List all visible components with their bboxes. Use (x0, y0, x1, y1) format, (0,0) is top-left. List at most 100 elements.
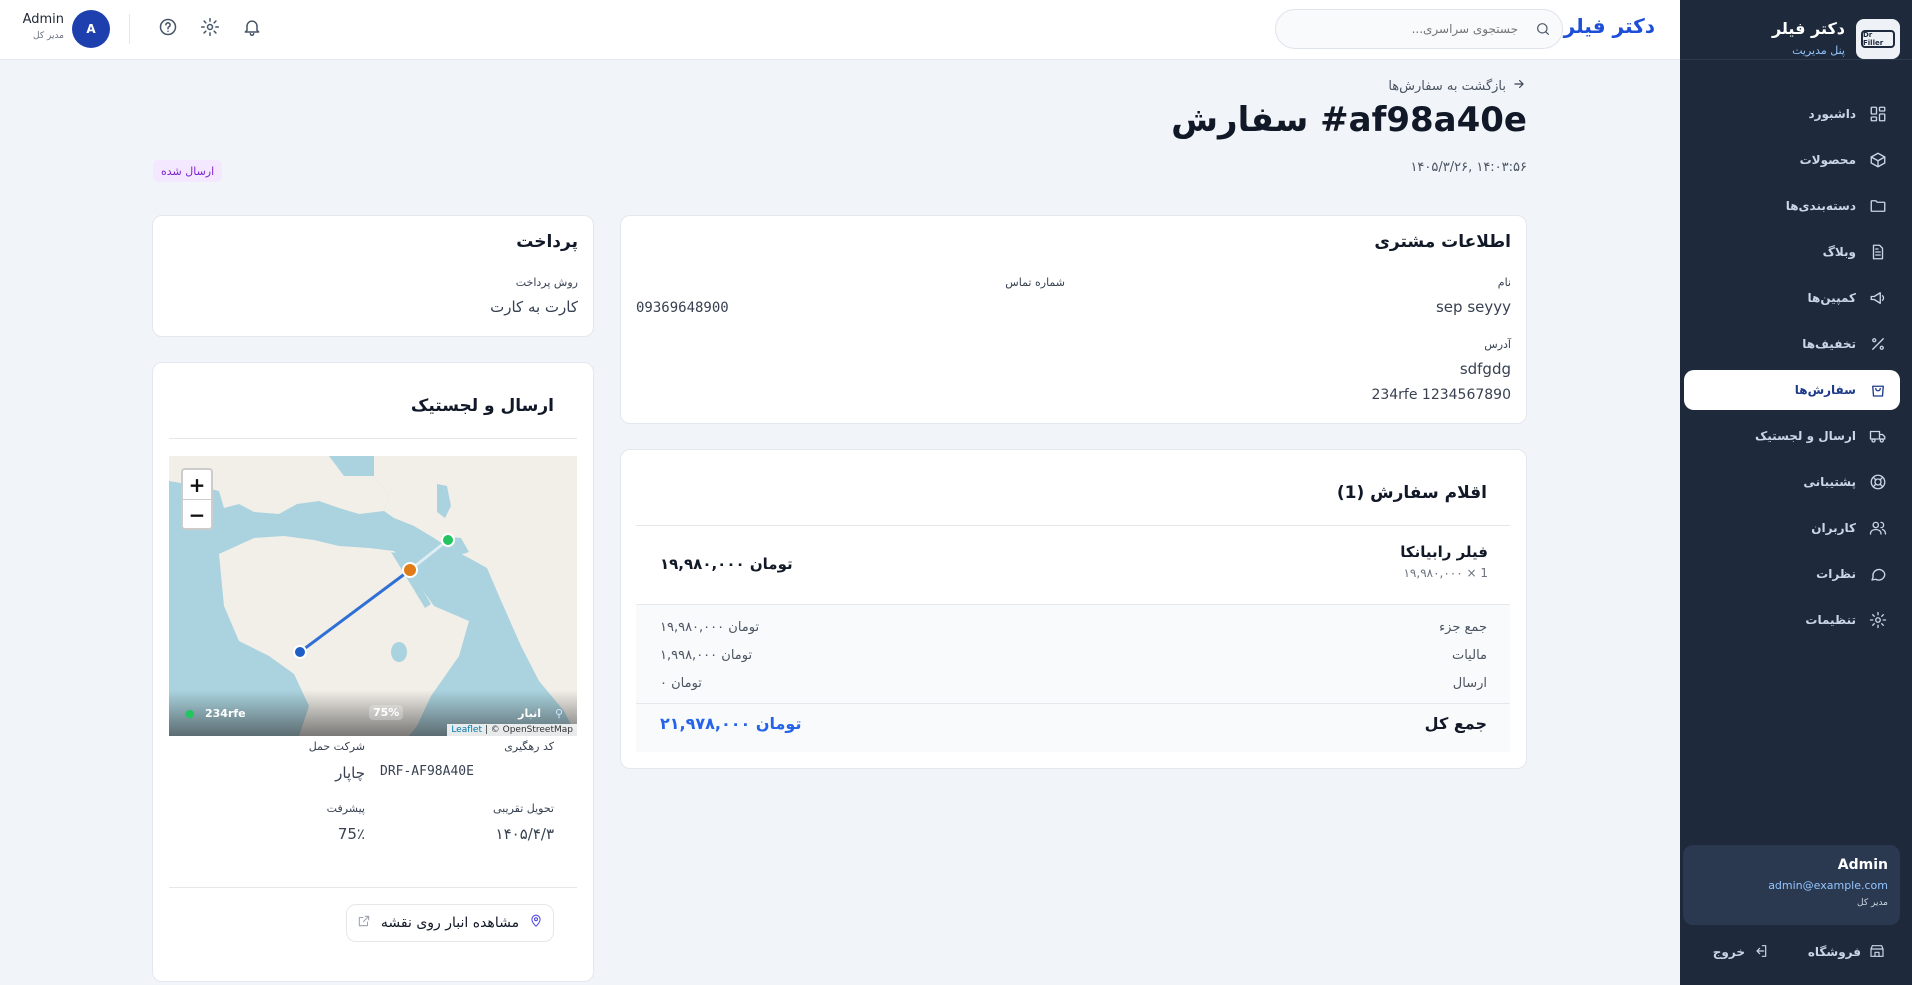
sidebar-item-discounts[interactable]: تخفیف‌ها (1684, 324, 1900, 364)
box-icon (1868, 150, 1888, 170)
tracking-code-label: کد رهگیری (504, 740, 554, 753)
megaphone-icon (1868, 288, 1888, 308)
pin-icon: ⚲ (554, 707, 563, 720)
map-pin-icon (529, 914, 543, 932)
shipping-cost-label: ارسال (1452, 676, 1487, 691)
shipping-map[interactable]: + − ⚲ انبار 75% 234rfe ● Leaflet | © Ope… (169, 456, 577, 736)
sidebar-item-label: داشبورد (1808, 107, 1856, 121)
progress-value: 75٪ (337, 825, 365, 843)
sidebar-item-products[interactable]: محصولات (1684, 140, 1900, 180)
sidebar-item-label: کاربران (1811, 521, 1856, 535)
map-progress-label: 75% (369, 705, 404, 720)
logout-icon (1753, 943, 1769, 962)
store-label: فروشگاه (1807, 945, 1861, 959)
tax-label: مالیات (1451, 648, 1487, 663)
external-link-icon (357, 914, 371, 932)
sidebar-item-label: وبلاگ (1822, 245, 1856, 259)
payment-method: کارت به کارت (490, 298, 578, 316)
document-icon (1868, 242, 1888, 262)
shopping-bag-icon (1868, 380, 1888, 400)
divider (636, 525, 1510, 526)
subtotal-label: جمع جزء (1439, 620, 1487, 635)
order-items-title: اقلام سفارش (1) (1336, 483, 1487, 503)
sidebar-item-orders[interactable]: سفارش‌ها (1684, 370, 1900, 410)
logout-button[interactable]: خروج (1713, 942, 1769, 962)
users-icon (1868, 518, 1888, 538)
sidebar-item-users[interactable]: کاربران (1684, 508, 1900, 548)
gear-icon[interactable] (200, 17, 222, 39)
lifebuoy-icon (1868, 472, 1888, 492)
map-destination-label: 234rfe (205, 707, 246, 720)
sidebar-item-label: نظرات (1816, 567, 1856, 581)
order-date: ۱۴۰۵/۳/۲۶, ۱۴:۰۳:۵۶ (1410, 160, 1527, 175)
sidebar-item-blog[interactable]: وبلاگ (1684, 232, 1900, 272)
shipping-card-title: ارسال و لجستیک (410, 396, 554, 416)
eta-label: تحویل تقریبی (493, 802, 554, 815)
bell-icon[interactable] (242, 17, 264, 39)
customer-name: sep seyyy (1435, 298, 1511, 316)
view-warehouse-map-button[interactable]: مشاهده انبار روی نقشه (346, 904, 554, 942)
global-search (1275, 9, 1563, 49)
order-summary: جمع جزء ۱۹,۹۸۰,۰۰۰ تومان مالیات ۱,۹۹۸,۰۰… (636, 604, 1510, 752)
carrier-name: چاپار (335, 764, 365, 782)
percent-icon (1868, 334, 1888, 354)
sidebar-item-categories[interactable]: دسته‌بندی‌ها (1684, 186, 1900, 226)
divider (169, 887, 577, 888)
sidebar: Dr Filler دکتر فیلر پنل مدیریت داشبورد م… (1680, 0, 1912, 985)
chat-icon (1868, 564, 1888, 584)
map-zoom-control: + − (181, 468, 213, 530)
customer-address-label: آدرس (1484, 338, 1511, 351)
back-link-label: بازگشت به سفارش‌ها (1388, 78, 1506, 94)
sidebar-item-settings[interactable]: تنظیمات (1684, 600, 1900, 640)
osm-attribution[interactable]: | © OpenStreetMap (485, 725, 573, 735)
user-role: مدیر کل (1857, 898, 1888, 908)
zoom-in-button[interactable]: + (183, 470, 211, 499)
customer-address: sdfgdg (1459, 360, 1511, 378)
subtotal-value: ۱۹,۹۸۰,۰۰۰ تومان (660, 620, 760, 635)
app-title[interactable]: دکتر فیلر (1564, 14, 1655, 38)
customer-name-label: نام (1497, 276, 1511, 289)
leaflet-link[interactable]: Leaflet (451, 725, 482, 735)
zoom-out-button[interactable]: − (183, 500, 211, 529)
help-icon[interactable] (158, 17, 180, 39)
brand-subtitle: پنل مدیریت (1792, 44, 1845, 57)
customer-phone-label: شماره تماس (1005, 276, 1065, 289)
topbar-user[interactable]: Admin مدیر کل (22, 12, 64, 41)
sidebar-item-label: تنظیمات (1805, 613, 1856, 627)
tracking-code: DRF-AF98A40E (380, 764, 474, 779)
status-badge: ارسال شده (153, 160, 223, 182)
sidebar-item-comments[interactable]: نظرات (1684, 554, 1900, 594)
brand-logo[interactable]: Dr Filler (1856, 19, 1900, 59)
carrier-label: شرکت حمل (308, 740, 365, 753)
destination-dot-icon: ● (185, 707, 195, 720)
search-icon[interactable] (1535, 21, 1551, 37)
sidebar-brand: Dr Filler دکتر فیلر پنل مدیریت (1680, 0, 1912, 60)
sidebar-item-campaigns[interactable]: کمپین‌ها (1684, 278, 1900, 318)
payment-method-label: روش پرداخت (515, 276, 578, 289)
sidebar-item-dashboard[interactable]: داشبورد (1684, 94, 1900, 134)
sidebar-item-support[interactable]: پشتیبانی (1684, 462, 1900, 502)
gear-icon (1868, 610, 1888, 630)
eta-value: ۱۴۰۵/۴/۳ (495, 825, 554, 843)
sidebar-item-label: کمپین‌ها (1807, 291, 1856, 305)
order-item-qty: ۱۹,۹۸۰,۰۰۰ × 1 (1403, 566, 1488, 580)
arrow-right-icon (1512, 77, 1526, 95)
page-title: سفارش #af98a40e (1171, 100, 1527, 140)
back-to-orders-link[interactable]: بازگشت به سفارش‌ها (1388, 77, 1526, 95)
search-input[interactable] (1288, 10, 1518, 48)
user-name: Admin (1837, 857, 1888, 873)
topbar-divider (129, 14, 130, 44)
logo-mark: Dr Filler (1861, 30, 1895, 48)
avatar[interactable]: A (72, 10, 110, 48)
topbar: دکتر فیلر A Admin مدیر کل (0, 0, 1680, 60)
store-link[interactable]: فروشگاه (1808, 942, 1885, 962)
order-item-name[interactable]: فیلر رابیانکا (1400, 543, 1488, 561)
folder-icon (1868, 196, 1888, 216)
user-email: admin@example.com (1768, 879, 1888, 892)
divider (636, 703, 1510, 704)
customer-phone: 09369648900 (636, 300, 729, 316)
divider (636, 604, 1510, 605)
current-position-marker (402, 562, 418, 578)
map-attribution: Leaflet | © OpenStreetMap (447, 724, 577, 736)
sidebar-item-shipping[interactable]: ارسال و لجستیک (1684, 416, 1900, 456)
